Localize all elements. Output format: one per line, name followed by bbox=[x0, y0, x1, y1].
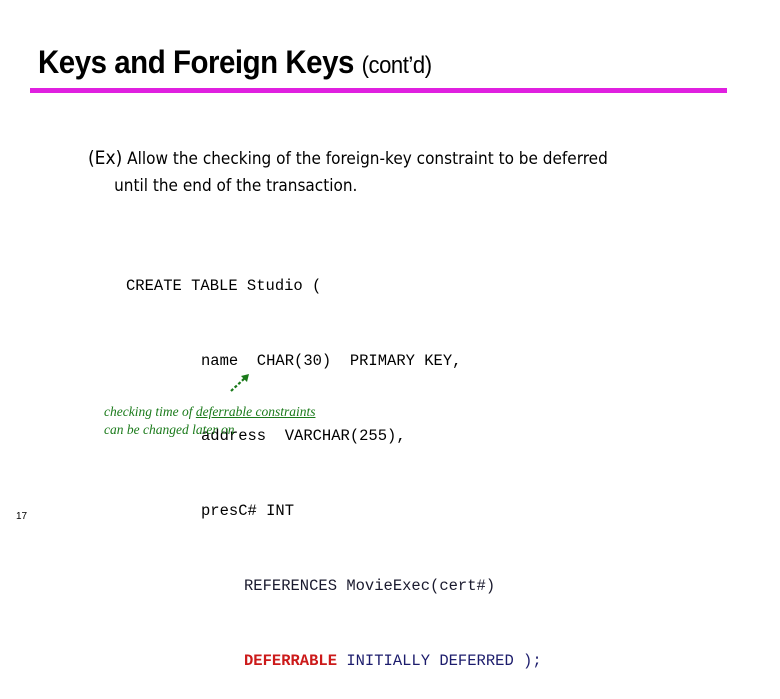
slide-title: Keys and Foreign Keys (cont’d) bbox=[38, 44, 432, 81]
page-number: 17 bbox=[16, 511, 28, 522]
code-line-5: REFERENCES MovieExec(cert#) bbox=[244, 577, 496, 595]
code-line-1: CREATE TABLE Studio ( bbox=[126, 277, 322, 295]
title-main: Keys and Foreign Keys bbox=[38, 44, 354, 80]
code-line-6-rest: INITIALLY DEFERRED ); bbox=[337, 652, 542, 670]
example-description: (Ex) Allow the checking of the foreign-k… bbox=[88, 145, 608, 200]
deferrable-keyword: DEFERRABLE bbox=[244, 652, 338, 670]
example-label: (Ex) bbox=[88, 147, 123, 169]
title-underline-divider bbox=[30, 88, 727, 93]
example-line-1: Allow the checking of the foreign-key co… bbox=[127, 149, 608, 169]
sql-code-block: CREATE TABLE Studio ( name CHAR(30) PRIM… bbox=[126, 224, 542, 699]
annotation-line-2: can be changed later on bbox=[104, 422, 235, 437]
annotation-underlined: deferrable constraints bbox=[195, 404, 316, 419]
code-line-2: name CHAR(30) PRIMARY KEY, bbox=[201, 352, 462, 370]
dashed-arrow-icon bbox=[230, 374, 249, 392]
code-line-6: DEFERRABLE INITIALLY DEFERRED ); bbox=[126, 649, 542, 674]
code-line-4: presC# INT bbox=[201, 502, 295, 520]
annotation-note: checking time of deferrable constraints … bbox=[104, 403, 315, 439]
annotation-prefix: checking time of bbox=[104, 404, 196, 419]
title-suffix: (cont’d) bbox=[361, 52, 432, 79]
example-line-2: until the end of the transaction. bbox=[114, 176, 358, 196]
